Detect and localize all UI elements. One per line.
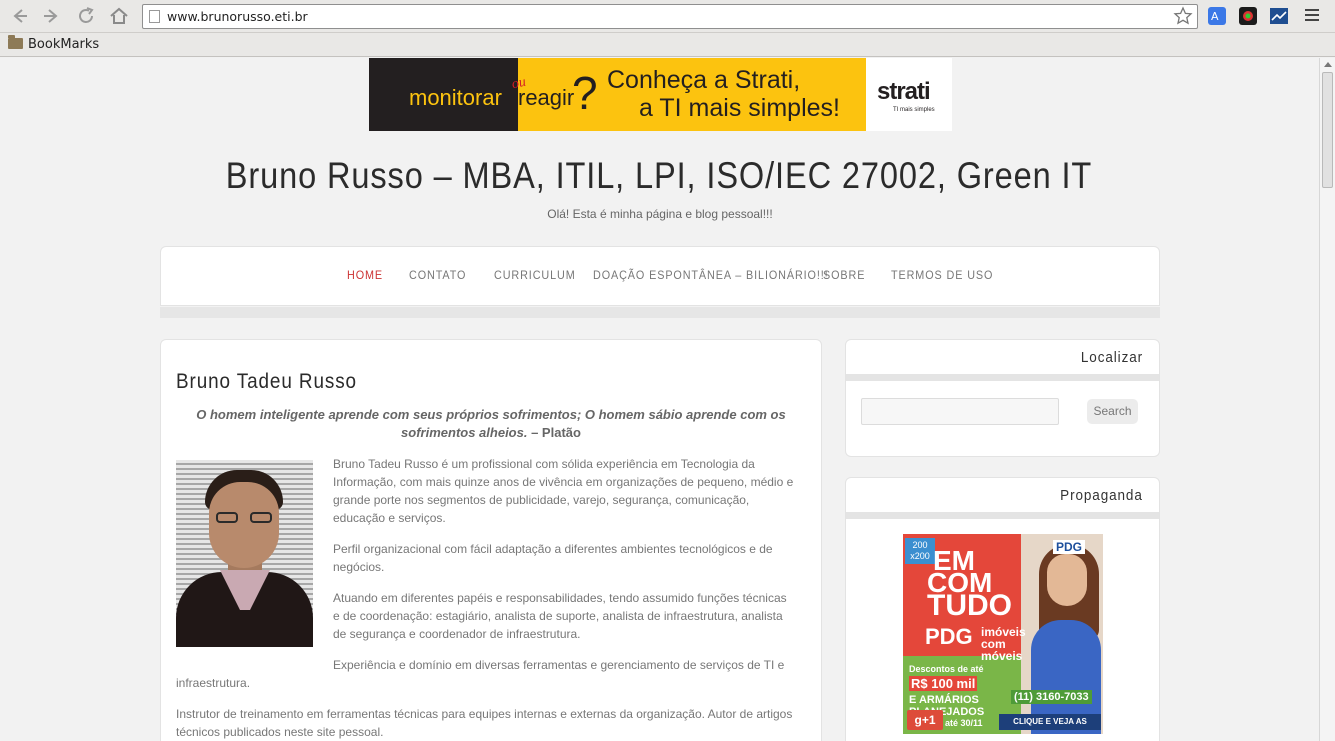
post-paragraph-3: Atuando em diferentes papéis e responsab… xyxy=(333,591,787,641)
search-widget: Localizar Search xyxy=(845,339,1160,457)
nav-item-termos-de-uso[interactable]: TERMOS DE USO xyxy=(891,268,993,282)
search-input[interactable] xyxy=(861,398,1059,425)
post-paragraph-5: Instrutor de treinamento em ferramentas … xyxy=(176,707,793,739)
reload-icon[interactable] xyxy=(75,5,99,27)
folder-icon xyxy=(8,35,23,49)
page-viewport: monitorar ou reagir ? Conheça a Strati, … xyxy=(0,58,1319,741)
ad-word-pdg: PDG xyxy=(925,624,973,649)
ad-widget-divider xyxy=(846,512,1159,519)
ad-discount-value: R$ 100 mil xyxy=(909,676,978,691)
site-tagline: Olá! Esta é minha página e blog pessoal!… xyxy=(547,207,773,221)
ad-word-tudo: TUDO xyxy=(927,589,1012,622)
translate-icon[interactable]: A xyxy=(1207,6,1227,26)
chart-extension-icon[interactable] xyxy=(1269,6,1289,26)
navigation-divider xyxy=(160,307,1160,318)
banner-brand-logo: strati xyxy=(877,78,931,105)
search-widget-title: Localizar xyxy=(1080,349,1143,366)
photo-glasses xyxy=(216,512,274,524)
banner-word-monitorar: monitorar xyxy=(409,85,502,110)
ad-phone: (11) 3160-7033 xyxy=(1011,690,1092,704)
banner-ad[interactable]: monitorar ou reagir ? Conheça a Strati, … xyxy=(369,58,952,131)
bookmarks-folder[interactable]: BookMarks xyxy=(8,35,100,52)
banner-question-mark: ? xyxy=(572,67,598,119)
scroll-up-icon[interactable] xyxy=(1324,62,1332,67)
bookmarks-bar: BookMarks xyxy=(0,33,1335,57)
post-paragraph-4: Experiência e domínio em diversas ferram… xyxy=(176,658,785,690)
post-paragraph-2: Perfil organizacional com fácil adaptaçã… xyxy=(333,542,773,574)
ad-pdg-logo: PDG xyxy=(1053,540,1086,554)
post-title[interactable]: Bruno Tadeu Russo xyxy=(176,370,357,394)
ad-word-imoveis: imóveis com móveis xyxy=(981,625,1026,663)
nav-item-doacao[interactable]: DOAÇÃO ESPONTÂNEA – BILIONÁRIO!!! xyxy=(593,268,829,282)
address-bar-url[interactable]: www.brunorusso.eti.br xyxy=(167,9,308,24)
site-title[interactable]: Bruno Russo – MBA, ITIL, LPI, ISO/IEC 27… xyxy=(220,155,1098,197)
nav-item-sobre[interactable]: SOBRE xyxy=(823,268,865,282)
address-bar[interactable]: www.brunorusso.eti.br xyxy=(142,4,1198,29)
search-button[interactable]: Search xyxy=(1087,399,1138,424)
ad-cta-button[interactable]: CLIQUE E VEJA AS OFERTAS xyxy=(999,714,1101,734)
quote-text: O homem inteligente aprende com seus pró… xyxy=(196,407,786,440)
page-scrollbar[interactable] xyxy=(1319,58,1335,741)
banner-headline-1: Conheça a Strati, xyxy=(607,66,801,94)
post-paragraph-1: Bruno Tadeu Russo é um profissional com … xyxy=(333,457,794,525)
google-plus-button[interactable]: g+1 xyxy=(907,710,943,730)
search-widget-divider xyxy=(846,374,1159,381)
nav-item-curriculum[interactable]: CURRICULUM xyxy=(494,268,576,282)
banner-headline-2: a TI mais simples! xyxy=(639,94,840,122)
star-icon[interactable] xyxy=(1173,6,1193,26)
menu-icon[interactable] xyxy=(1305,9,1319,23)
ad-size-badge: 200 x200 xyxy=(905,538,935,564)
photo-face xyxy=(209,482,279,568)
sidebar-ad[interactable]: 200 x200 EM COM TUDO PDG imóveis com móv… xyxy=(903,534,1103,734)
svg-text:A: A xyxy=(1211,10,1219,23)
ad-model-face xyxy=(1047,554,1087,606)
back-arrow-icon[interactable] xyxy=(8,5,32,27)
post-quote: O homem inteligente aprende com seus pró… xyxy=(176,406,806,442)
ad-discount-label: Descontos de até xyxy=(909,664,984,674)
scrollbar-thumb[interactable] xyxy=(1322,72,1333,188)
ad-deadline: até 30/11 xyxy=(945,718,983,728)
author-photo xyxy=(176,460,313,647)
banner-word-reagir: reagir xyxy=(518,85,575,110)
home-icon[interactable] xyxy=(108,5,132,27)
page-icon xyxy=(149,10,160,23)
quote-author: – Platão xyxy=(531,425,581,440)
ad-widget-title: Propaganda xyxy=(1060,487,1143,504)
forward-arrow-icon[interactable] xyxy=(41,5,65,27)
bookmarks-folder-label: BookMarks xyxy=(28,37,100,52)
banner-brand-tagline: TI mais simples xyxy=(893,107,935,113)
browser-toolbar: www.brunorusso.eti.br A xyxy=(0,0,1335,33)
nav-item-home[interactable]: HOME xyxy=(347,268,383,282)
extension-icon[interactable] xyxy=(1238,6,1258,26)
nav-item-contato[interactable]: CONTATO xyxy=(409,268,466,282)
